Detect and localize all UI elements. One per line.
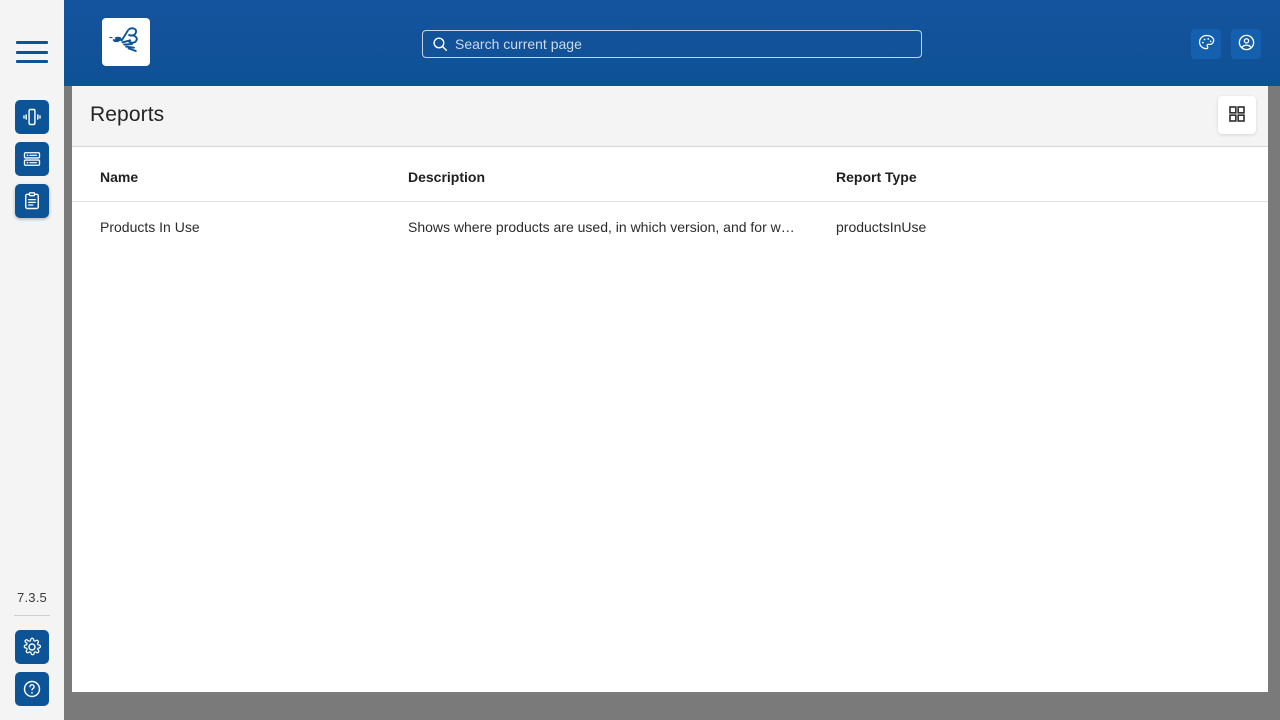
list-server-icon (22, 149, 42, 169)
rail-bottom-section: 7.3.5 (0, 590, 64, 706)
device-vibration-icon (22, 107, 42, 127)
application-window: 7.3.5 Search current page Reports Name D… (0, 0, 1280, 720)
table-row[interactable]: Products In Use Shows where products are… (72, 202, 1268, 253)
cell-report-type: productsInUse (836, 219, 927, 235)
sidebar-item-inventory[interactable] (15, 142, 49, 176)
column-header-name[interactable]: Name (72, 147, 408, 202)
search-field[interactable] (422, 30, 922, 58)
bee-logo-icon (108, 22, 144, 63)
help-button[interactable] (15, 672, 49, 706)
rail-divider (14, 615, 50, 616)
page-title: Reports (90, 103, 165, 126)
palette-theme-icon (1197, 33, 1216, 55)
app-logo[interactable] (102, 18, 150, 66)
app-version-label: 7.3.5 (17, 590, 47, 605)
sidebar-item-reports[interactable] (15, 184, 49, 218)
cell-name[interactable]: Products In Use (72, 202, 408, 253)
panel-left-shadow (64, 86, 72, 692)
clipboard-report-icon (22, 191, 42, 211)
column-header-description[interactable]: Description (408, 147, 836, 202)
column-header-report-type[interactable]: Report Type (836, 147, 1268, 202)
table-header-row: Name Description Report Type (72, 147, 1268, 202)
hamburger-line (16, 60, 48, 63)
cell-description: Shows where products are used, in which … (408, 219, 795, 235)
content-panel: Reports Name Description Report Type Pro… (72, 86, 1268, 692)
table-body: Products In Use Shows where products are… (72, 202, 1268, 253)
reports-table: Name Description Report Type Products In… (72, 147, 1268, 252)
page-header-actions (1218, 96, 1256, 134)
sidebar-item-devices[interactable] (15, 100, 49, 134)
hamburger-line (16, 50, 48, 54)
page-header: Reports (72, 86, 1268, 147)
hamburger-line (16, 41, 48, 44)
search-input[interactable] (455, 31, 921, 57)
search-icon (431, 35, 449, 53)
grid-view-icon (1227, 104, 1247, 127)
theme-button[interactable] (1191, 29, 1221, 59)
gear-settings-icon (22, 637, 42, 657)
reports-table-area: Name Description Report Type Products In… (72, 147, 1268, 692)
help-question-icon (22, 679, 42, 699)
top-header-bar (64, 0, 1280, 86)
table-head: Name Description Report Type (72, 147, 1268, 202)
settings-button[interactable] (15, 630, 49, 664)
rail-nav-items (15, 100, 49, 218)
top-bar-actions (1191, 29, 1261, 59)
hamburger-menu-icon[interactable] (16, 38, 48, 66)
account-circle-icon (1237, 33, 1256, 55)
account-button[interactable] (1231, 29, 1261, 59)
left-navigation-rail: 7.3.5 (0, 0, 64, 720)
grid-view-button[interactable] (1218, 96, 1256, 134)
